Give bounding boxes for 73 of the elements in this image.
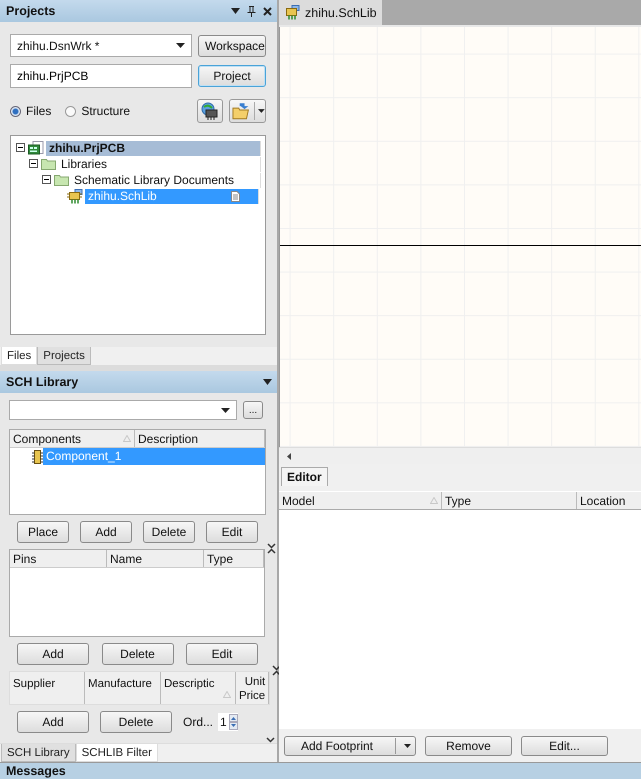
column-header[interactable]: Unit Price [236,672,270,704]
circuit-board-icon [28,141,44,155]
dropdown-icon[interactable] [176,43,185,48]
column-header[interactable]: Model [279,492,442,509]
close-icon[interactable] [263,6,272,16]
workspace-button[interactable]: Workspace [198,34,266,56]
expand-icon[interactable] [266,737,275,743]
document-icon [231,190,240,202]
action-button[interactable]: Edit... [521,736,608,756]
caret-icon[interactable] [404,744,411,748]
action-button[interactable]: Add [17,643,89,665]
panel-tab[interactable]: SCH Library [1,744,76,762]
chip-icon [67,188,83,204]
chip-icon [284,5,300,20]
sort-icon [223,691,231,698]
column-header[interactable]: Descriptic [161,672,236,704]
action-button[interactable]: Delete [143,521,195,543]
compile-button[interactable] [197,99,223,123]
caret-icon[interactable] [258,109,265,113]
action-button[interactable]: Remove [425,736,512,756]
folder-icon[interactable] [232,102,252,120]
pin-icon[interactable] [247,6,256,16]
tree-toggle[interactable] [42,175,52,185]
panel-title: SCH Library [6,375,78,389]
tree-item[interactable]: Libraries [58,156,261,172]
action-button[interactable]: Add [17,711,89,733]
column-header[interactable]: Description [135,430,265,447]
document-tab[interactable]: zhihu.SchLib [279,0,382,25]
panel-tab[interactable]: SCHLIB Filter [76,744,158,762]
column-header[interactable]: Components [10,430,135,447]
panel-tab[interactable]: Files [1,347,38,365]
column-header[interactable]: Type [204,550,264,567]
browse-button[interactable]: ... [243,401,263,419]
tree-toggle[interactable] [16,143,26,153]
panel-tab[interactable]: Projects [37,347,91,365]
action-button[interactable]: Place [17,521,69,543]
dropdown-icon[interactable] [263,379,272,385]
chip-icon [32,450,43,464]
column-header[interactable]: Type [442,492,577,509]
order-label: Ord... [183,715,214,729]
column-header[interactable]: Location [577,492,641,509]
scroll-left-icon[interactable] [287,452,291,460]
project-button[interactable]: Project [198,65,266,87]
open-folder-button[interactable] [229,99,266,123]
sort-icon [430,497,438,504]
panel-title: Projects [6,4,56,18]
project-field[interactable]: zhihu.PrjPCB [10,64,192,88]
dropdown-icon[interactable] [231,8,240,14]
radio-button[interactable]: Files [10,104,52,118]
column-header[interactable]: Name [107,550,204,567]
folder-icon [54,174,69,186]
tree-item[interactable]: Schematic Library Documents [71,172,261,188]
quantity-spinner[interactable]: 1 [218,713,238,731]
editor-tab[interactable]: Editor [281,467,328,486]
add-footprint-button[interactable]: Add Footprint [284,736,416,756]
action-button[interactable]: Edit [206,521,258,543]
column-header[interactable]: Supplier [10,672,85,704]
dropdown-icon[interactable] [221,408,230,412]
action-button[interactable]: Delete [100,711,172,733]
action-button[interactable]: Edit [186,643,258,665]
tree-item[interactable]: zhihu.PrjPCB [46,140,261,156]
panel-title: Messages [6,764,66,778]
workspace-dropdown[interactable]: zhihu.DsnWrk * [10,34,192,57]
radio-button[interactable]: Structure [65,104,130,118]
action-button[interactable]: Delete [102,643,174,665]
tree-toggle[interactable] [29,159,39,169]
action-button[interactable]: Add [80,521,132,543]
collapse-icon[interactable] [267,543,276,554]
collapse-icon[interactable] [272,665,282,676]
sort-icon [123,435,131,442]
column-header[interactable]: Pins [10,550,107,567]
folder-icon [41,158,56,170]
column-header[interactable]: Manufacture [85,672,161,704]
